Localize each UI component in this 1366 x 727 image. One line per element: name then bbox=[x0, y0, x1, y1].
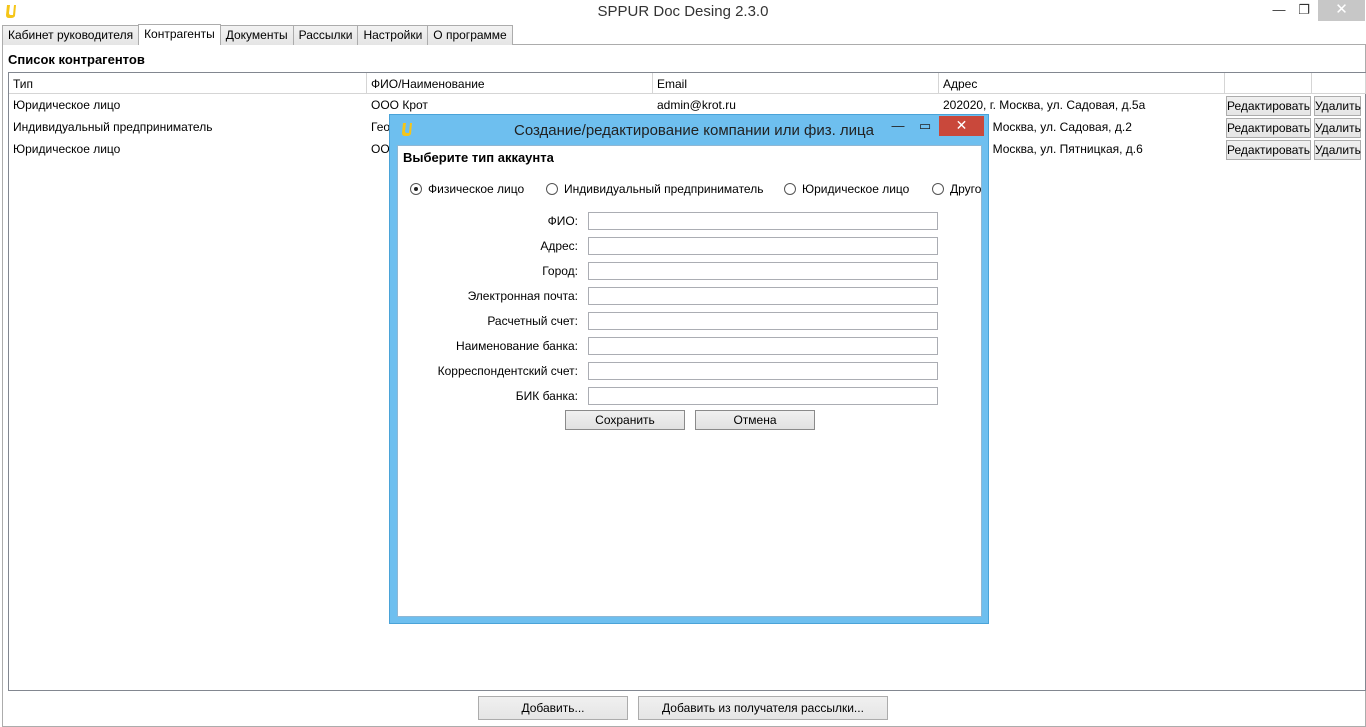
radio-selected-icon bbox=[410, 183, 422, 195]
settlement-account-label: Расчетный счет: bbox=[487, 314, 578, 328]
address-label: Адрес: bbox=[540, 239, 578, 253]
tab-documents[interactable]: Документы bbox=[219, 25, 294, 45]
radio-other[interactable]: Друго bbox=[932, 181, 981, 197]
tab-manager-cabinet[interactable]: Кабинет руководителя bbox=[2, 25, 140, 45]
radio-unselected-icon bbox=[546, 183, 558, 195]
radio-sole-proprietor[interactable]: Индивидуальный предприниматель bbox=[546, 181, 763, 197]
fio-label: ФИО: bbox=[547, 214, 578, 228]
radio-label: Индивидуальный предприниматель bbox=[564, 182, 764, 196]
edit-button[interactable]: Редактировать bbox=[1226, 140, 1311, 160]
email-label: Электронная почта: bbox=[467, 289, 578, 303]
settlement-account-field[interactable] bbox=[588, 312, 938, 330]
radio-label: Юридическое лицо bbox=[802, 182, 910, 196]
tab-settings[interactable]: Настройки bbox=[357, 25, 429, 45]
cell-address: г. Москва, ул. Пятницкая, д.6 bbox=[983, 142, 1143, 156]
column-header-delete bbox=[1312, 73, 1366, 94]
tab-about[interactable]: О программе bbox=[427, 25, 513, 45]
cell-type: Юридическое лицо bbox=[13, 142, 121, 156]
city-field[interactable] bbox=[588, 262, 938, 280]
window-title: SPPUR Doc Desing 2.3.0 bbox=[597, 3, 769, 20]
column-header-email[interactable]: Email bbox=[653, 73, 939, 94]
window-maximize-button[interactable]: ❐ bbox=[1289, 0, 1319, 21]
edit-button[interactable]: Редактировать bbox=[1226, 118, 1311, 138]
add-button[interactable]: Добавить... bbox=[478, 696, 628, 720]
column-header-address[interactable]: Адрес bbox=[939, 73, 1225, 94]
column-header-type[interactable]: Тип bbox=[9, 73, 367, 94]
cell-address: г. Москва, ул. Садовая, д.2 bbox=[983, 120, 1132, 134]
email-field[interactable] bbox=[588, 287, 938, 305]
radio-label: Друго bbox=[950, 182, 981, 196]
radio-legal-entity[interactable]: Юридическое лицо bbox=[784, 181, 909, 197]
radio-label: Физическое лицо bbox=[428, 182, 525, 196]
radio-unselected-icon bbox=[784, 183, 796, 195]
column-header-name[interactable]: ФИО/Наименование bbox=[367, 73, 653, 94]
fio-field[interactable] bbox=[588, 212, 938, 230]
delete-button[interactable]: Удалить bbox=[1314, 118, 1361, 138]
radio-individual[interactable]: Физическое лицо bbox=[410, 181, 524, 197]
address-field[interactable] bbox=[588, 237, 938, 255]
column-header-edit bbox=[1225, 73, 1312, 94]
add-from-mailing-button[interactable]: Добавить из получателя рассылки... bbox=[638, 696, 888, 720]
main-tabs: Кабинет руководителя Контрагенты Докумен… bbox=[2, 24, 513, 45]
dialog-maximize-button[interactable]: ▭ bbox=[912, 117, 938, 137]
tab-mailings[interactable]: Рассылки bbox=[292, 25, 359, 45]
table-header: Тип ФИО/Наименование Email Адрес bbox=[9, 73, 1366, 94]
bank-name-field[interactable] bbox=[588, 337, 938, 355]
dialog-body: Выберите тип аккаунта Физическое лицо Ин… bbox=[397, 145, 982, 617]
correspondent-account-field[interactable] bbox=[588, 362, 938, 380]
window-close-button[interactable]: ✕ bbox=[1318, 0, 1365, 21]
edit-company-dialog: Создание/редактирование компании или физ… bbox=[389, 114, 989, 624]
bik-field[interactable] bbox=[588, 387, 938, 405]
bik-label: БИК банка: bbox=[515, 389, 578, 403]
city-label: Город: bbox=[542, 264, 578, 278]
delete-button[interactable]: Удалить bbox=[1314, 96, 1361, 116]
delete-button[interactable]: Удалить bbox=[1314, 140, 1361, 160]
edit-button[interactable]: Редактировать bbox=[1226, 96, 1311, 116]
dialog-minimize-button[interactable]: — bbox=[885, 117, 911, 137]
correspondent-account-label: Корреспондентский счет: bbox=[437, 364, 578, 378]
window-titlebar: SPPUR Doc Desing 2.3.0 — ❐ ✕ bbox=[0, 0, 1366, 24]
dialog-close-button[interactable]: ✕ bbox=[939, 116, 984, 136]
cell-type: Индивидуальный предприниматель bbox=[13, 120, 213, 134]
radio-unselected-icon bbox=[932, 183, 944, 195]
tab-contractors[interactable]: Контрагенты bbox=[138, 24, 221, 45]
save-button[interactable]: Сохранить bbox=[565, 410, 685, 430]
dialog-titlebar: Создание/редактирование компании или физ… bbox=[390, 115, 988, 145]
cancel-button[interactable]: Отмена bbox=[695, 410, 815, 430]
cell-type: Юридическое лицо bbox=[13, 98, 121, 112]
contractors-list-title: Список контрагентов bbox=[8, 52, 145, 67]
bank-name-label: Наименование банка: bbox=[456, 339, 578, 353]
